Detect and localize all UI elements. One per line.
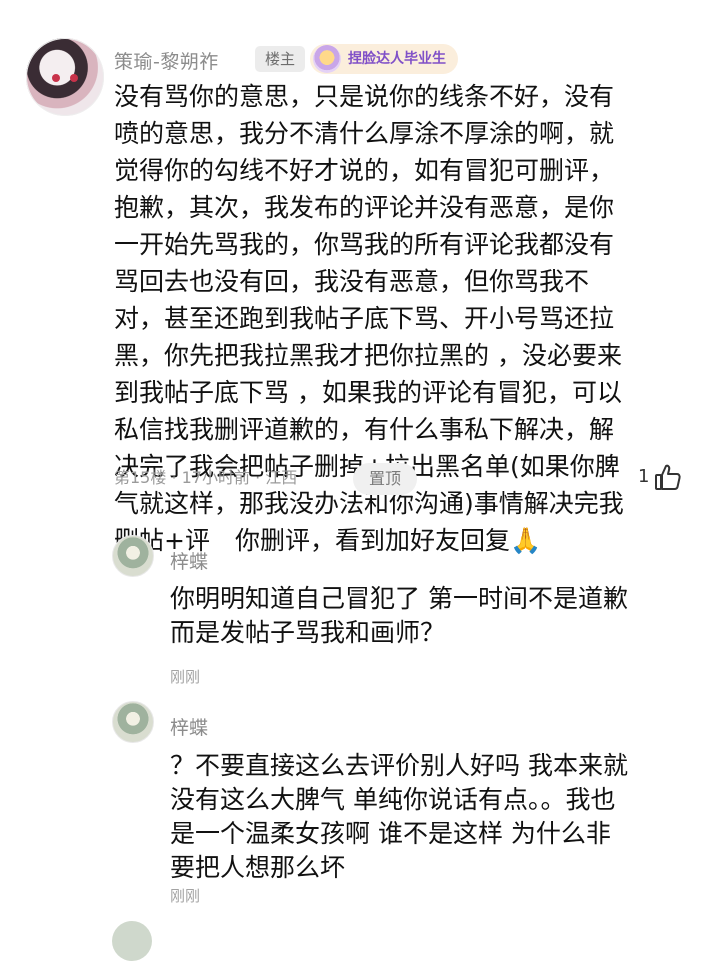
comment-line: 没有骂你的意思，只是说你的线条不好，没有 — [114, 82, 615, 111]
achievement-badge[interactable]: 捏脸达人毕业生 — [310, 44, 458, 74]
reply-line: ？不要直接这么去评价别人好吗 我本来就 — [170, 751, 628, 780]
reply-line: 是一个温柔女孩啊 谁不是这样 为什么非 — [170, 819, 611, 848]
comment-line: 觉得你的勾线不好才说的，如有冒犯可删评， — [114, 156, 615, 185]
comment-line: 喷的意思，我分不清什么厚涂不厚涂的啊，就 — [114, 119, 615, 148]
reply-time: 刚刚 — [170, 668, 201, 686]
reply-line: 要把人想那么坏 — [170, 853, 346, 882]
comment-meta: 第15楼 · 17小时前 · 江西 — [114, 468, 298, 487]
reply-line: 你明明知道自己冒犯了 第一时间不是道歉 — [170, 584, 628, 613]
reply-username[interactable]: 梓蝶 — [170, 713, 208, 740]
pin-button[interactable]: 置顶 — [353, 463, 417, 495]
reply-username[interactable]: 梓蝶 — [170, 547, 208, 574]
reply-avatar[interactable] — [112, 701, 154, 743]
thumbs-up-icon[interactable] — [653, 462, 683, 492]
comment-line: 一开始先骂我的，你骂我的所有评论我都没有 — [114, 230, 615, 259]
comment-line: 骂回去也没有回，我没有恶意，但你骂我不 — [114, 267, 590, 296]
achievement-badge-label: 捏脸达人毕业生 — [348, 51, 446, 67]
next-reply-avatar[interactable] — [112, 921, 152, 961]
reply-avatar[interactable] — [112, 535, 154, 577]
like-count: 1 — [638, 466, 650, 487]
reply-text: 你明明知道自己冒犯了 第一时间不是道歉 而是发帖子骂我和画师？ — [170, 582, 690, 650]
owner-badge: 楼主 — [255, 46, 306, 72]
reply-time: 刚刚 — [170, 887, 201, 905]
comment-line: 抱歉，其次，我发布的评论并没有恶意，是你 — [114, 193, 615, 222]
comment-line: 黑，你先把我拉黑我才把你拉黑的 ，没必要来 — [114, 341, 622, 370]
comment-line: 到我帖子底下骂 ，如果我的评论有冒犯，可以 — [114, 378, 622, 407]
reply-text: ？不要直接这么去评价别人好吗 我本来就 没有这么大脾气 单纯你说话有点。。我也 是一… — [170, 749, 690, 885]
avatar[interactable] — [26, 38, 104, 116]
achievement-badge-icon — [313, 45, 341, 73]
username[interactable]: 策瑜-黎朔祚 — [114, 47, 219, 74]
reply-line: 没有这么大脾气 单纯你说话有点。。我也 — [170, 785, 616, 814]
reply-line: 而是发帖子骂我和画师？ — [170, 618, 446, 647]
comment-line: 对，甚至还跑到我帖子底下骂、开小号骂还拉 — [114, 304, 615, 333]
comment-line: 私信找我删评道歉的，有什么事私下解决，解 — [114, 415, 615, 444]
